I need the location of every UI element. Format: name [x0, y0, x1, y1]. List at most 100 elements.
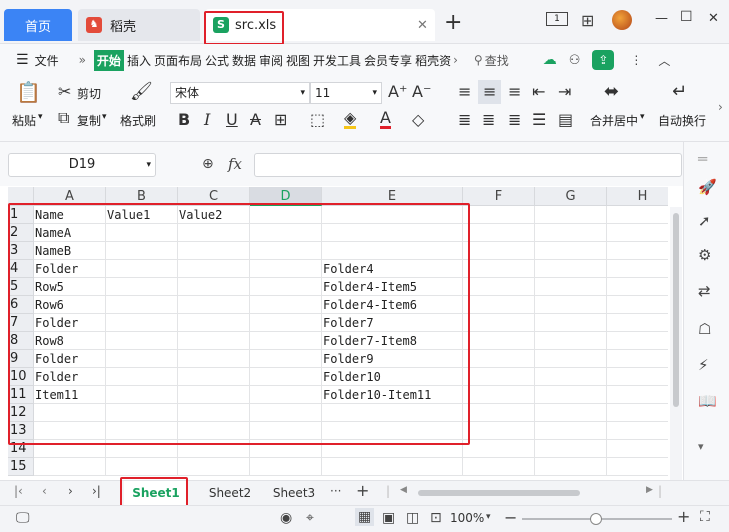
clear-format-icon[interactable]: ◇ [412, 112, 424, 128]
cell-g[interactable] [535, 314, 607, 332]
font-color-icon[interactable]: A [380, 110, 391, 129]
transform-icon[interactable]: ⇄ [698, 282, 711, 300]
tab-daoke[interactable]: ♞ 稻壳 [78, 9, 200, 41]
collaborate-icon[interactable]: ⚇ [569, 53, 581, 68]
menu-view[interactable]: 视图 [286, 52, 310, 69]
cell-h[interactable] [607, 422, 668, 440]
cell-g[interactable] [535, 242, 607, 260]
cell-f[interactable] [463, 242, 535, 260]
expand-menu-icon[interactable]: » [79, 53, 86, 67]
cell-g[interactable] [535, 206, 607, 224]
first-sheet-icon[interactable]: |‹ [14, 484, 23, 498]
sidebar-collapse-icon[interactable]: ▾ [698, 440, 704, 453]
zoom-level[interactable]: 100% [450, 511, 484, 525]
cell-g[interactable] [535, 260, 607, 278]
zoom-out-button[interactable]: − [504, 508, 517, 527]
cell-g[interactable] [535, 296, 607, 314]
menu-member[interactable]: 会员专享 [364, 52, 412, 69]
cell-f[interactable] [463, 458, 535, 476]
normal-view-icon[interactable]: ▦ [355, 508, 375, 526]
share-button[interactable]: ⇪ [592, 50, 615, 70]
bold-icon[interactable]: B [178, 112, 190, 128]
cell-f[interactable] [463, 260, 535, 278]
cell-f[interactable] [463, 368, 535, 386]
align-right-icon[interactable]: ≣ [508, 112, 521, 128]
align-bottom-icon[interactable]: ≡ [508, 84, 521, 100]
zoom-in-button[interactable]: + [677, 507, 690, 526]
zoom-dropdown-icon[interactable]: ▾ [486, 512, 491, 522]
cut-button[interactable]: 剪切 [77, 85, 101, 102]
fill-color-icon[interactable]: ◈ [344, 110, 357, 129]
apps-grid-icon[interactable]: ⊞ [581, 11, 594, 30]
cell-f[interactable] [463, 350, 535, 368]
scroll-left-icon[interactable]: ◀ [400, 485, 407, 495]
cell-f[interactable] [463, 206, 535, 224]
cut-icon[interactable]: ✂ [58, 84, 71, 100]
cell-g[interactable] [535, 440, 607, 458]
scroll-right-icon[interactable]: ▶ [646, 485, 653, 495]
menu-more-icon[interactable]: › [453, 53, 458, 67]
cell-h[interactable] [607, 260, 668, 278]
cell-g[interactable] [535, 404, 607, 422]
column-header-f[interactable]: F [463, 187, 535, 206]
cell-h[interactable] [607, 332, 668, 350]
cell-h[interactable] [607, 404, 668, 422]
book-search-icon[interactable]: 📖 [698, 392, 717, 410]
distributed-icon[interactable]: ▤ [558, 112, 573, 128]
zoom-slider-handle[interactable] [590, 513, 602, 525]
cell-g[interactable] [535, 224, 607, 242]
align-top-icon[interactable]: ≡ [458, 84, 471, 100]
merge-center-button[interactable]: 合并居中 [590, 112, 638, 129]
cell-b[interactable] [106, 458, 178, 476]
cell-g[interactable] [535, 350, 607, 368]
menu-start[interactable]: 开始 [93, 49, 124, 71]
cloud-sync-icon[interactable]: ☁ [543, 52, 557, 68]
menu-insert[interactable]: 插入 [127, 52, 151, 69]
prev-sheet-icon[interactable]: ‹ [42, 484, 47, 498]
sheet-tab-sheet3[interactable]: Sheet3 [264, 481, 324, 505]
cell-h[interactable] [607, 368, 668, 386]
menu-daoke[interactable]: 稻壳资 [415, 52, 451, 69]
paste-icon[interactable]: 📋 [16, 82, 41, 102]
fx-button[interactable]: fx [228, 155, 242, 173]
fullscreen-icon[interactable]: ⛶ [700, 509, 710, 525]
user-avatar[interactable] [612, 10, 632, 30]
decrease-indent-icon[interactable]: ⇤ [532, 84, 545, 100]
borders-icon[interactable]: ⊞ [274, 112, 287, 128]
merge-dropdown-icon[interactable]: ▾ [640, 112, 645, 122]
add-sheet-button[interactable]: + [356, 481, 369, 500]
menu-formula[interactable]: 公式 [205, 52, 229, 69]
cell-f[interactable] [463, 332, 535, 350]
cell-g[interactable] [535, 332, 607, 350]
cell-e[interactable] [322, 458, 463, 476]
align-middle-icon[interactable]: ≡ [478, 80, 502, 104]
cell-h[interactable] [607, 314, 668, 332]
vertical-scrollbar[interactable] [670, 207, 682, 481]
column-header-g[interactable]: G [535, 187, 607, 206]
wrap-text-icon[interactable]: ↵ [672, 83, 687, 101]
maximize-button[interactable]: ☐ [680, 9, 693, 25]
more-sheets-icon[interactable]: ··· [330, 484, 341, 498]
strikethrough-icon[interactable]: A [250, 112, 261, 128]
page-break-view-icon[interactable]: ▣ [382, 510, 395, 526]
align-left-icon[interactable]: ≣ [458, 112, 471, 128]
search-icon[interactable]: ⚲ [474, 53, 483, 67]
merge-center-icon[interactable]: ⬌ [604, 83, 619, 101]
cell-f[interactable] [463, 440, 535, 458]
minimize-button[interactable]: — [655, 11, 668, 26]
cell-a[interactable] [34, 458, 106, 476]
cell-f[interactable] [463, 224, 535, 242]
cell-g[interactable] [535, 386, 607, 404]
menu-data[interactable]: 数据 [232, 52, 256, 69]
window-layout-icon[interactable]: 1 [546, 12, 568, 26]
increase-font-icon[interactable]: A⁺ [388, 84, 407, 100]
hamburger-menu-icon[interactable]: ☰ [16, 52, 29, 68]
font-name-select[interactable]: 宋体 ▾ [170, 82, 310, 104]
horizontal-scrollbar[interactable] [414, 487, 646, 499]
cell-h[interactable] [607, 278, 668, 296]
spreadsheet-grid[interactable]: A B C D E F G H 1 Name Value1 Value2 2 NameA 3… [8, 187, 668, 484]
column-header-h[interactable]: H [607, 187, 668, 206]
cell-f[interactable] [463, 314, 535, 332]
cell-g[interactable] [535, 278, 607, 296]
row-header[interactable]: 15 [8, 458, 34, 476]
